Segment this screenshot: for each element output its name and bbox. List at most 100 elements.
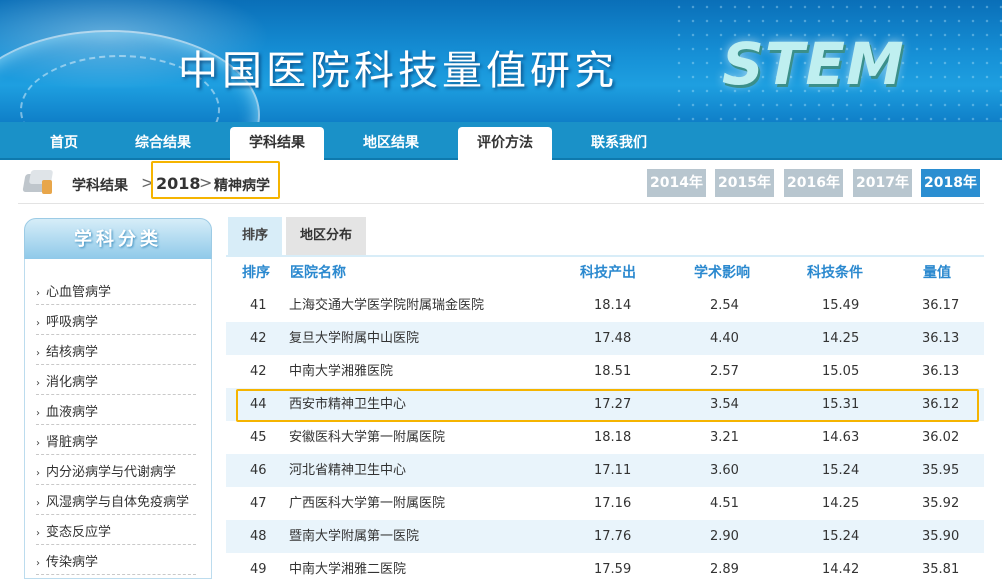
- cell-rank: 49: [250, 562, 267, 577]
- year-button-2015[interactable]: 2015年: [715, 169, 774, 197]
- column-header-output[interactable]: 科技产出: [580, 257, 636, 289]
- cell-hospital[interactable]: 复旦大学附属中山医院: [289, 322, 419, 355]
- table-row[interactable]: 45 安徽医科大学第一附属医院 18.18 3.21 14.63 36.02: [226, 421, 984, 454]
- sidebar-title: 学科分类: [24, 218, 212, 260]
- bullet-icon: ›: [36, 558, 40, 569]
- stem-logo[interactable]: STEM: [722, 30, 905, 98]
- column-header-value[interactable]: 量值: [923, 257, 951, 289]
- sidebar-item-allergy[interactable]: › 变态反应学: [36, 521, 196, 545]
- bullet-icon: ›: [36, 288, 40, 299]
- cell-conditions: 14.42: [822, 562, 860, 577]
- cell-value: 35.81: [922, 562, 960, 577]
- year-button-2017[interactable]: 2017年: [853, 169, 912, 197]
- cell-hospital[interactable]: 安徽医科大学第一附属医院: [289, 421, 445, 454]
- sidebar-item-respiratory[interactable]: › 呼吸病学: [36, 311, 196, 335]
- table-row[interactable]: 42 中南大学湘雅医院 18.51 2.57 15.05 36.13: [226, 355, 984, 388]
- cell-rank: 47: [250, 496, 267, 511]
- sidebar-item-label: 变态反应学: [46, 525, 112, 540]
- cell-conditions: 14.25: [822, 496, 860, 511]
- cell-impact: 2.57: [710, 364, 739, 379]
- cell-output: 18.14: [594, 298, 632, 313]
- cell-conditions: 15.24: [822, 463, 860, 478]
- nav-subject-results[interactable]: 学科结果: [230, 127, 324, 160]
- sidebar-item-label: 传染病学: [46, 555, 99, 570]
- sidebar-item-gastroenterology[interactable]: › 消化病学: [36, 371, 196, 395]
- sidebar-item-label: 血液病学: [46, 405, 99, 420]
- nav-evaluation-method[interactable]: 评价方法: [458, 127, 552, 160]
- column-header-rank[interactable]: 排序: [242, 257, 270, 289]
- cell-impact: 3.21: [710, 430, 739, 445]
- cell-rank: 42: [250, 364, 267, 379]
- sidebar-item-tuberculosis[interactable]: › 结核病学: [36, 341, 196, 365]
- cell-value: 35.92: [922, 496, 960, 511]
- column-header-hospital[interactable]: 医院名称: [290, 257, 346, 289]
- sidebar-item-label: 内分泌病学与代谢病学: [46, 465, 177, 480]
- sidebar-item-endocrinology[interactable]: › 内分泌病学与代谢病学: [36, 461, 196, 485]
- tab-region-distribution[interactable]: 地区分布: [286, 217, 366, 255]
- nav-home[interactable]: 首页: [30, 127, 98, 160]
- cell-impact: 4.40: [710, 331, 739, 346]
- cell-output: 17.59: [594, 562, 632, 577]
- cell-hospital[interactable]: 广西医科大学第一附属医院: [289, 487, 445, 520]
- cell-rank: 41: [250, 298, 267, 313]
- cell-output: 18.51: [594, 364, 632, 379]
- table-row[interactable]: 49 中南大学湘雅二医院 17.59 2.89 14.42 35.81: [226, 553, 984, 586]
- breadcrumb-highlight-box: [151, 161, 280, 199]
- cell-conditions: 15.49: [822, 298, 860, 313]
- site-title: 中国医院科技量值研究: [178, 48, 618, 94]
- cell-rank: 45: [250, 430, 267, 445]
- cell-value: 36.02: [922, 430, 960, 445]
- bullet-icon: ›: [36, 498, 40, 509]
- sidebar-item-label: 心血管病学: [46, 285, 112, 300]
- cell-impact: 2.54: [710, 298, 739, 313]
- column-header-impact[interactable]: 学术影响: [694, 257, 750, 289]
- cell-hospital[interactable]: 暨南大学附属第一医院: [289, 520, 419, 553]
- sidebar-item-nephrology[interactable]: › 肾脏病学: [36, 431, 196, 455]
- cell-value: 35.90: [922, 529, 960, 544]
- breadcrumb-section[interactable]: 学科结果: [72, 175, 128, 195]
- cell-conditions: 14.25: [822, 331, 860, 346]
- bullet-icon: ›: [36, 438, 40, 449]
- cell-conditions: 15.05: [822, 364, 860, 379]
- cell-hospital[interactable]: 中南大学湘雅医院: [289, 355, 393, 388]
- sidebar-item-label: 呼吸病学: [46, 315, 99, 330]
- cell-output: 18.18: [594, 430, 632, 445]
- cell-rank: 46: [250, 463, 267, 478]
- bullet-icon: ›: [36, 348, 40, 359]
- main-nav: 首页 综合结果 学科结果 地区结果 评价方法 联系我们: [0, 122, 1002, 160]
- year-button-2014[interactable]: 2014年: [647, 169, 706, 197]
- sidebar-item-label: 风湿病学与自体免疫病学: [46, 495, 190, 510]
- sidebar-item-rheumatology[interactable]: › 风湿病学与自体免疫病学: [36, 491, 196, 515]
- sidebar-item-label: 结核病学: [46, 345, 99, 360]
- cell-hospital[interactable]: 河北省精神卫生中心: [289, 454, 406, 487]
- cell-value: 36.13: [922, 364, 960, 379]
- nav-contact-us[interactable]: 联系我们: [572, 127, 666, 160]
- year-button-2018[interactable]: 2018年: [921, 169, 980, 197]
- table-header: 排序 医院名称 科技产出 学术影响 科技条件 量值: [226, 257, 984, 289]
- column-header-conditions[interactable]: 科技条件: [807, 257, 863, 289]
- cell-hospital[interactable]: 中南大学湘雅二医院: [289, 553, 406, 586]
- cell-output: 17.11: [594, 463, 632, 478]
- cell-conditions: 14.63: [822, 430, 860, 445]
- cell-conditions: 15.24: [822, 529, 860, 544]
- cell-rank: 48: [250, 529, 267, 544]
- cell-value: 35.95: [922, 463, 960, 478]
- cell-output: 17.48: [594, 331, 632, 346]
- sidebar-item-label: 肾脏病学: [46, 435, 99, 450]
- tab-ranking[interactable]: 排序: [228, 217, 282, 255]
- year-button-2016[interactable]: 2016年: [784, 169, 843, 197]
- sidebar-item-infectious[interactable]: › 传染病学: [36, 551, 196, 575]
- divider: [18, 203, 984, 204]
- cell-hospital[interactable]: 上海交通大学医学院附属瑞金医院: [289, 289, 484, 322]
- nav-region-results[interactable]: 地区结果: [344, 127, 438, 160]
- sidebar-item-cardiovascular[interactable]: › 心血管病学: [36, 281, 196, 305]
- cell-value: 36.17: [922, 298, 960, 313]
- table-row[interactable]: 48 暨南大学附属第一医院 17.76 2.90 15.24 35.90: [226, 520, 984, 553]
- table-row[interactable]: 41 上海交通大学医学院附属瑞金医院 18.14 2.54 15.49 36.17: [226, 289, 984, 322]
- table-row[interactable]: 46 河北省精神卫生中心 17.11 3.60 15.24 35.95: [226, 454, 984, 487]
- bullet-icon: ›: [36, 528, 40, 539]
- table-row[interactable]: 42 复旦大学附属中山医院 17.48 4.40 14.25 36.13: [226, 322, 984, 355]
- table-row[interactable]: 47 广西医科大学第一附属医院 17.16 4.51 14.25 35.92: [226, 487, 984, 520]
- sidebar-item-hematology[interactable]: › 血液病学: [36, 401, 196, 425]
- nav-overall-results[interactable]: 综合结果: [116, 127, 210, 160]
